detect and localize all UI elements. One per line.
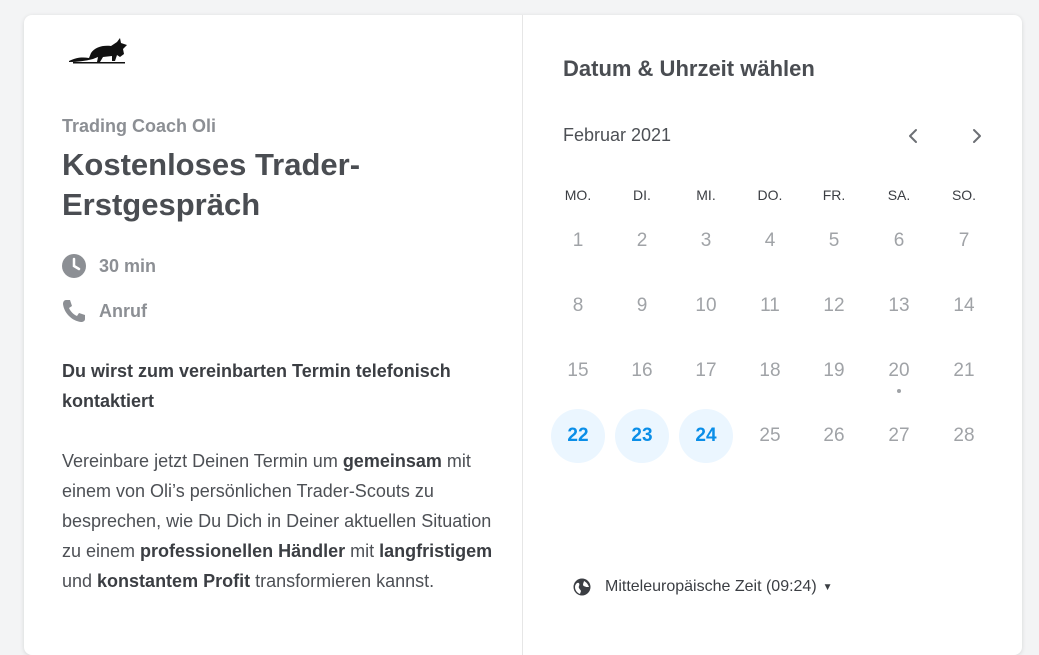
calendar-day: 21 [937, 344, 991, 398]
day-number: 11 [760, 295, 780, 316]
calendar-day-available[interactable]: 22 [551, 409, 605, 463]
day-number: 6 [893, 230, 905, 251]
calendar-day: 2 [615, 214, 669, 268]
day-number: 2 [636, 230, 648, 251]
day-number: 10 [695, 295, 717, 316]
day-number: 19 [823, 360, 845, 381]
day-number: 20 [888, 360, 910, 381]
day-number: 8 [572, 295, 584, 316]
weekday-label: DI. [633, 187, 651, 203]
location-row: Anruf [61, 298, 147, 324]
calendar-day: 9 [615, 279, 669, 333]
weekday-label: FR. [822, 187, 846, 203]
day-number: 24 [695, 425, 717, 446]
weekday-label: SO. [951, 187, 977, 203]
day-number: 5 [828, 230, 840, 251]
description-text: Vereinbare jetzt Deinen Termin um [62, 451, 343, 471]
weekday-label: SA. [887, 187, 911, 203]
calendar-day: 26 [807, 409, 861, 463]
day-number: 21 [953, 360, 975, 381]
month-label: Februar 2021 [563, 125, 672, 145]
day-number: 16 [631, 360, 653, 381]
calendar-day: 20 [872, 344, 926, 398]
day-number: 25 [759, 425, 781, 446]
calendar-day: 11 [743, 279, 797, 333]
phone-icon [63, 300, 85, 322]
picker-heading: Datum & Uhrzeit wählen [563, 56, 815, 81]
duration-text: 30 min [99, 255, 157, 276]
calendar-day: 5 [807, 214, 861, 268]
day-number: 22 [567, 425, 589, 446]
weekday-label: DO. [757, 187, 783, 203]
chevron-left-icon [909, 129, 917, 143]
bull-logo-icon [69, 38, 127, 64]
calendar-day: 19 [807, 344, 861, 398]
organizer-name: Trading Coach Oli [62, 116, 217, 136]
description-text: transformieren kannst. [250, 571, 435, 591]
calendar-day: 27 [872, 409, 926, 463]
calendar-day: 10 [679, 279, 733, 333]
event-description: Vereinbare jetzt Deinen Termin um gemein… [62, 446, 502, 596]
description-text: mit [345, 541, 380, 561]
timezone-label: Mitteleuropäische Zeit (09:24) [605, 578, 817, 595]
calendar-day: 1 [551, 214, 605, 268]
description-emphasis: langfristigem [379, 541, 493, 561]
location-text: Anruf [99, 300, 147, 321]
date-time-picker: Datum & Uhrzeit wählen Februar 2021 MO. D… [523, 15, 1022, 655]
event-details-panel: Trading Coach Oli Kostenloses Trader-Ers… [24, 15, 523, 655]
description-emphasis: gemeinsam [342, 451, 442, 471]
day-number: 26 [823, 425, 845, 446]
calendar-day: 17 [679, 344, 733, 398]
clock-icon [62, 254, 86, 278]
caret-down-icon: ▼ [822, 581, 833, 593]
description-text: und [62, 571, 98, 591]
calendar-day-available[interactable]: 23 [615, 409, 669, 463]
day-number: 15 [567, 360, 589, 381]
calendar-day: 15 [551, 344, 605, 398]
day-number: 27 [888, 425, 910, 446]
booking-card: Trading Coach Oli Kostenloses Trader-Ers… [24, 15, 1022, 655]
chevron-right-icon [973, 129, 981, 143]
previous-month-button[interactable] [900, 123, 926, 149]
weekday-label: MO. [564, 187, 592, 203]
calendar-day: 7 [937, 214, 991, 268]
day-number: 1 [572, 230, 584, 251]
calendar-day: 6 [872, 214, 926, 268]
calendar-day: 12 [807, 279, 861, 333]
description-emphasis: professionellen Händler [140, 541, 346, 561]
calendar-day: 18 [743, 344, 797, 398]
calendar-day: 25 [743, 409, 797, 463]
day-number: 23 [631, 425, 653, 446]
day-number: 28 [953, 425, 975, 446]
duration-row: 30 min [61, 253, 156, 279]
contact-note: Du wirst zum vereinbarten Termin telefon… [62, 361, 451, 411]
timezone-selector[interactable]: Mitteleuropäische Zeit (09:24) ▼ [573, 578, 833, 596]
day-number: 9 [636, 295, 648, 316]
calendar-day: 13 [872, 279, 926, 333]
calendar-day: 28 [937, 409, 991, 463]
weekday-label: MI. [696, 187, 716, 203]
today-indicator [897, 389, 901, 393]
day-number: 18 [759, 360, 781, 381]
globe-icon [573, 578, 591, 596]
day-number: 7 [958, 230, 970, 251]
day-number: 17 [695, 360, 717, 381]
event-title: Kostenloses Trader-Erstgespräch [62, 147, 361, 222]
day-number: 3 [700, 230, 712, 251]
day-number: 13 [888, 295, 910, 316]
calendar-day-available[interactable]: 24 [679, 409, 733, 463]
calendar-day: 14 [937, 279, 991, 333]
calendar-day: 16 [615, 344, 669, 398]
next-month-button[interactable] [964, 123, 990, 149]
day-number: 4 [764, 230, 776, 251]
description-emphasis: konstantem Profit [97, 571, 251, 591]
calendar-day: 3 [679, 214, 733, 268]
day-number: 14 [953, 295, 975, 316]
calendar-day: 8 [551, 279, 605, 333]
day-number: 12 [823, 295, 845, 316]
calendar-day: 4 [743, 214, 797, 268]
